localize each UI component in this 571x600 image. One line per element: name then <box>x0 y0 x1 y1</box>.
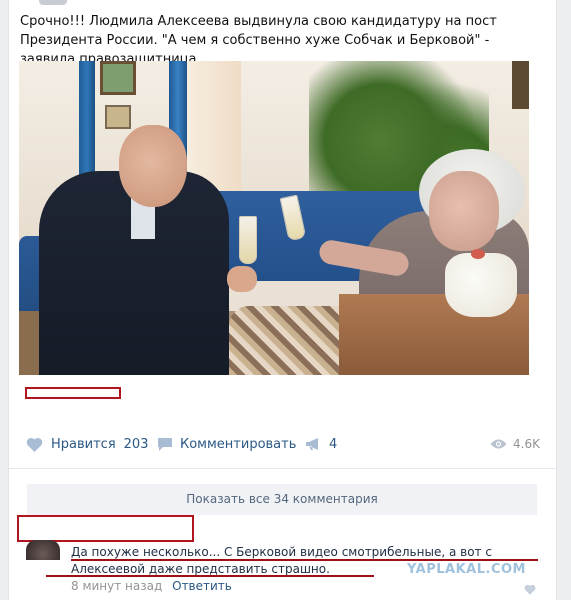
reply-button[interactable]: Ответить <box>172 579 232 593</box>
comment-label: Комментировать <box>180 436 297 452</box>
heart-icon <box>26 437 43 452</box>
views-counter: 4.6K <box>490 434 540 454</box>
comment-button[interactable]: Комментировать <box>157 434 296 454</box>
show-all-comments-button[interactable]: Показать все 34 комментария <box>27 484 537 515</box>
redacted-box <box>25 387 121 399</box>
like-button[interactable]: Нравится 203 <box>26 434 148 454</box>
share-count: 4 <box>329 436 338 452</box>
annotation-underline <box>46 575 374 577</box>
post-photo[interactable] <box>19 61 529 375</box>
like-count: 203 <box>123 436 149 452</box>
views-count: 4.6K <box>513 437 540 451</box>
share-button[interactable]: 4 <box>305 434 337 454</box>
post-actions: Нравится 203 Комментировать 4 4.6K <box>26 434 540 454</box>
divider <box>8 468 557 469</box>
avatar[interactable] <box>26 540 60 560</box>
eye-icon <box>490 438 507 450</box>
megaphone-icon <box>305 437 321 451</box>
like-label: Нравится <box>51 436 116 452</box>
comment-time: 8 минут назад <box>71 579 163 593</box>
comment-icon <box>157 437 173 452</box>
annotation-underline <box>71 559 538 561</box>
watermark: YAPLAKAL.COM <box>407 562 526 577</box>
top-edge <box>39 0 67 5</box>
comment-meta: 8 минут назад Ответить <box>71 579 232 593</box>
heart-icon[interactable] <box>524 580 536 599</box>
